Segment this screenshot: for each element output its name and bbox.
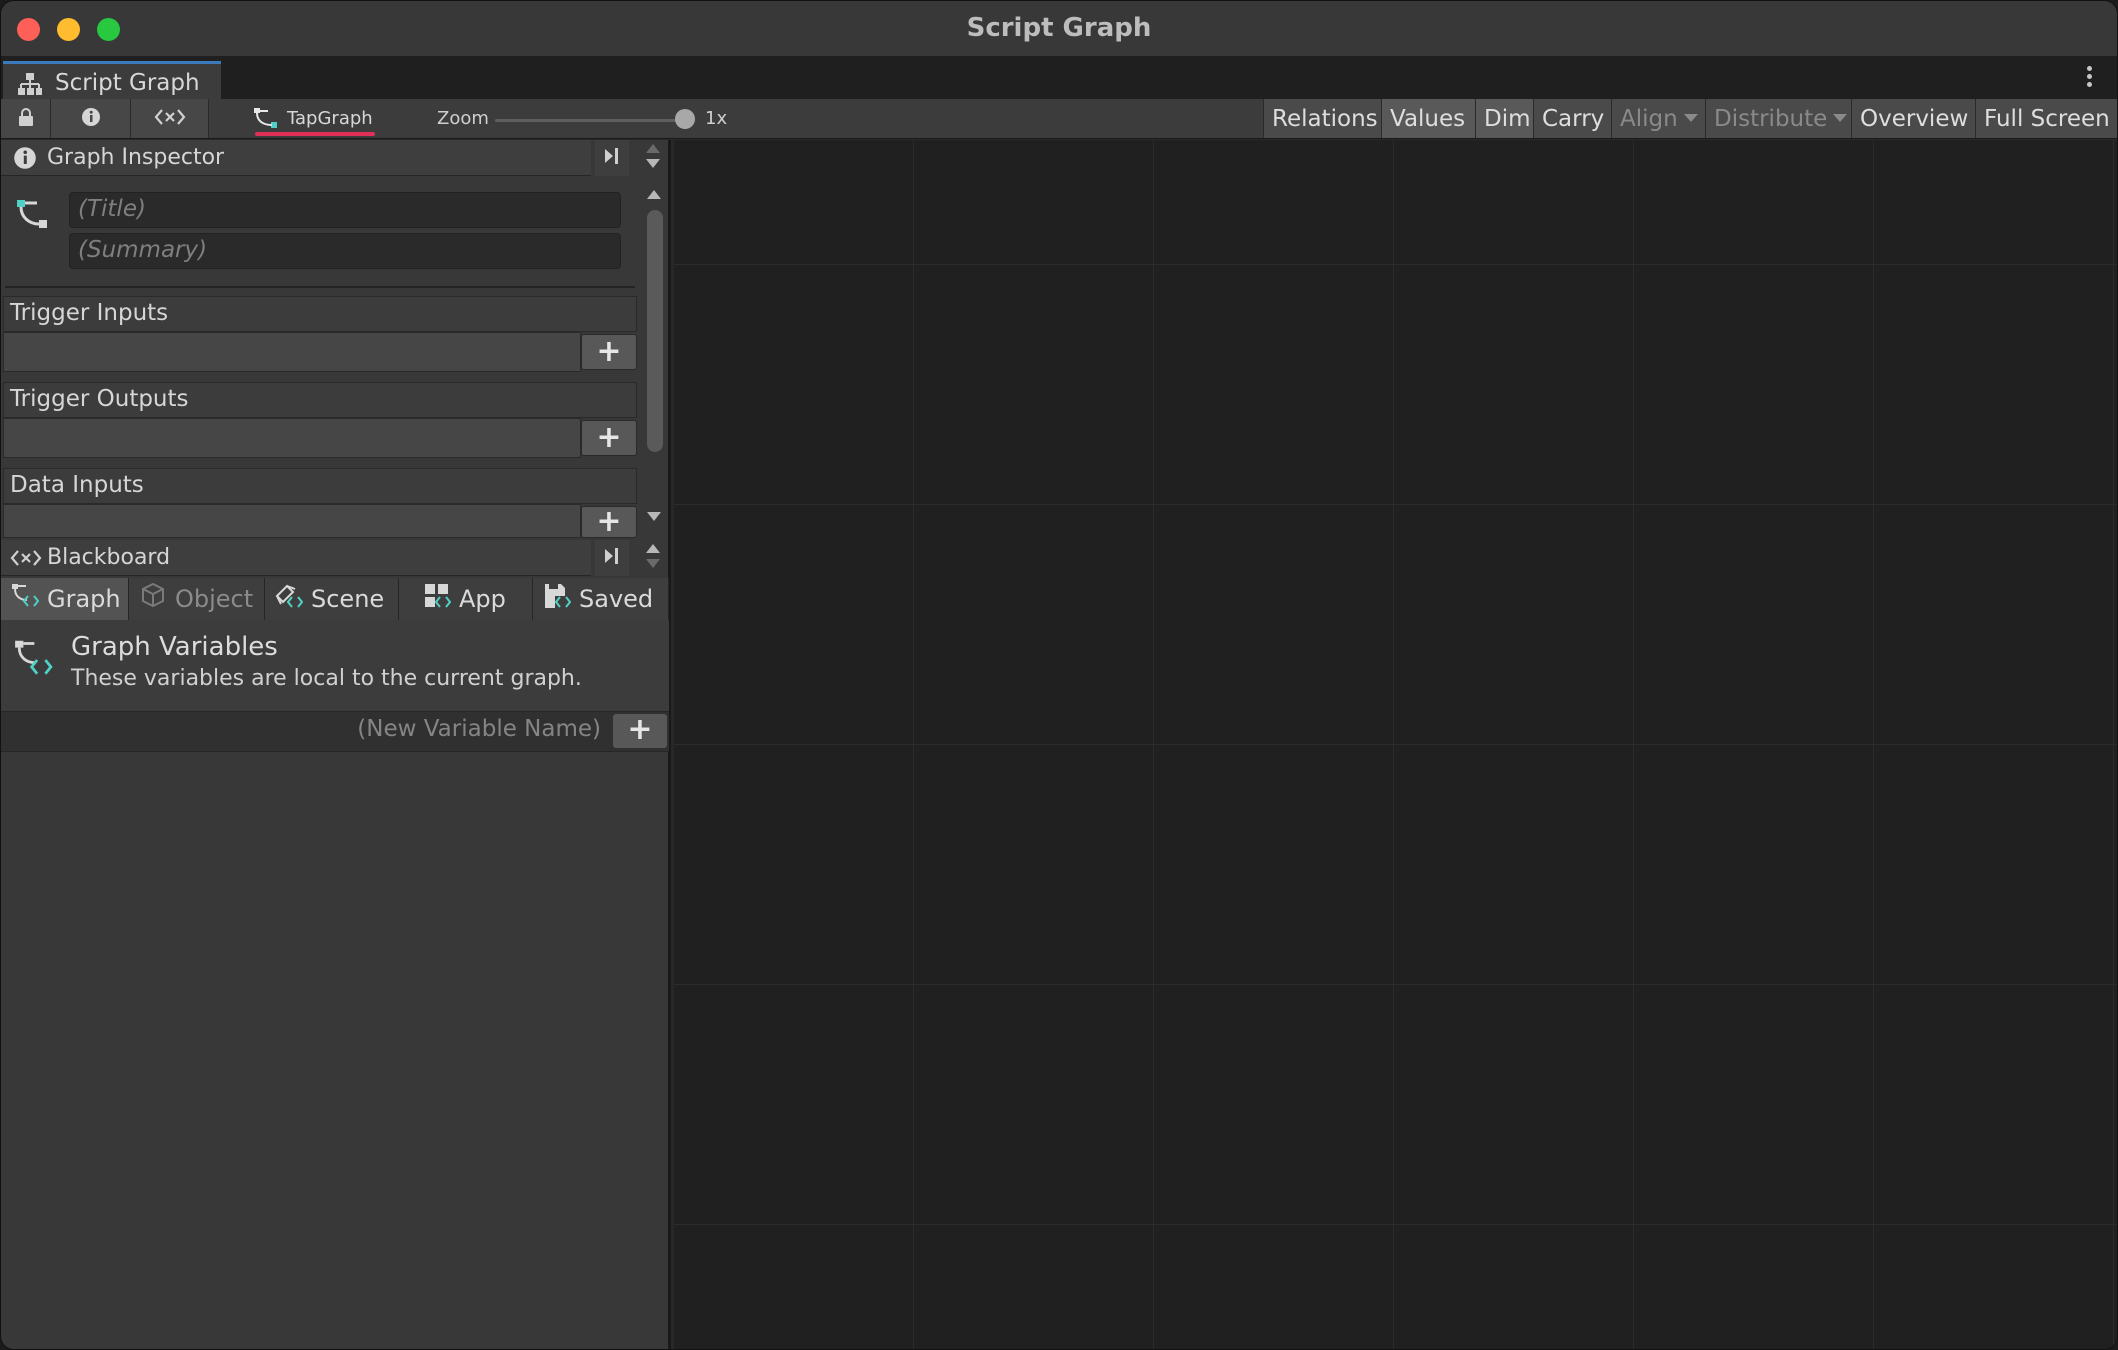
hierarchy-icon — [17, 72, 43, 100]
zoom-slider-track[interactable] — [495, 119, 685, 122]
distribute-dropdown[interactable]: Distribute — [1705, 99, 1851, 138]
graph-variables-header: Graph Variables These variables are loca… — [1, 620, 669, 712]
zoom-value: 1x — [705, 108, 728, 129]
add-trigger-input-button[interactable]: + — [581, 334, 637, 370]
graph-name: TapGraph — [287, 108, 373, 129]
zoom-label: Zoom — [437, 108, 489, 129]
trigger-outputs-list — [3, 418, 581, 458]
collapse-panel-icon — [602, 146, 622, 170]
chevron-down-icon — [1833, 114, 1848, 122]
graph-summary-field[interactable]: (Summary) — [69, 233, 621, 269]
title-bar: Script Graph — [1, 1, 2117, 57]
scene-variables-icon — [275, 582, 304, 616]
app-variables-icon — [423, 582, 452, 616]
tab-graph-label: Graph — [47, 585, 121, 613]
tab-object-label: Object — [175, 585, 254, 613]
inspector-mini-scroll[interactable] — [635, 140, 671, 176]
trigger-inputs-header: Trigger Inputs — [3, 296, 637, 332]
tab-graph-variables[interactable]: Graph — [1, 578, 129, 620]
inspector-scrollbar[interactable] — [641, 190, 667, 521]
data-inputs-list — [3, 504, 581, 538]
graph-variables-icon — [13, 638, 53, 686]
tab-scene-variables[interactable]: Scene — [265, 578, 399, 620]
editor-tab-script-graph[interactable]: Script Graph — [3, 61, 221, 99]
graph-title-field[interactable]: (Title) — [69, 192, 621, 228]
tab-app-variables[interactable]: App — [399, 578, 533, 620]
graph-variables-icon — [11, 582, 40, 616]
chevron-down-icon — [1683, 114, 1698, 122]
zoom-slider-handle[interactable] — [675, 109, 695, 129]
info-icon — [81, 107, 101, 131]
tab-saved-label: Saved — [579, 585, 654, 613]
editor-tab-label: Script Graph — [55, 70, 200, 96]
graph-inspector-title: Graph Inspector — [47, 145, 225, 170]
lock-button[interactable] — [1, 99, 51, 138]
graph-toolbar: TapGraph Zoom 1x Relations Values Dim Ca… — [1, 99, 2117, 139]
graph-icon — [15, 196, 49, 234]
graph-variables-title: Graph Variables — [71, 632, 278, 662]
tab-scene-label: Scene — [311, 585, 385, 613]
relations-toggle[interactable]: Relations — [1263, 99, 1381, 138]
distribute-label: Distribute — [1714, 106, 1828, 132]
object-variables-icon — [139, 582, 167, 616]
add-data-input-button[interactable]: + — [581, 506, 637, 538]
values-toggle[interactable]: Values — [1381, 99, 1475, 138]
info-icon — [13, 146, 37, 174]
editor-tab-strip: Script Graph — [1, 57, 2117, 99]
data-inputs-header: Data Inputs — [3, 468, 637, 504]
align-label: Align — [1620, 106, 1678, 132]
overview-button[interactable]: Overview — [1851, 99, 1975, 138]
active-graph-underline — [255, 132, 375, 136]
add-variable-button[interactable]: + — [613, 714, 667, 748]
full-screen-button[interactable]: Full Screen — [1975, 99, 2117, 138]
add-trigger-output-button[interactable]: + — [581, 420, 637, 456]
inspector-divider — [5, 286, 635, 288]
graph-variables-description: These variables are local to the current… — [71, 666, 582, 691]
trigger-inputs-list — [3, 332, 581, 372]
graph-canvas[interactable] — [674, 140, 2117, 1349]
dim-toggle[interactable]: Dim — [1475, 99, 1533, 138]
graph-icon — [253, 107, 279, 133]
lock-icon — [18, 107, 34, 130]
blackboard-title: Blackboard — [47, 545, 171, 570]
tab-app-label: App — [459, 585, 506, 613]
blackboard-tabs: Graph Object Scene App Saved — [1, 578, 669, 620]
left-panel: Graph Inspector (Title) (Summary) Trigge… — [1, 140, 671, 1349]
variables-icon — [154, 107, 186, 131]
carry-toggle[interactable]: Carry — [1533, 99, 1611, 138]
blackboard-header: Blackboard — [1, 540, 591, 576]
tab-object-variables[interactable]: Object — [129, 578, 265, 620]
inspector-scrollbar-thumb[interactable] — [647, 210, 663, 452]
collapse-panel-icon — [602, 546, 622, 570]
graph-inspector-header: Graph Inspector — [1, 140, 591, 176]
blackboard-toggle-button[interactable] — [131, 99, 209, 138]
saved-variables-icon — [543, 582, 572, 616]
new-variable-row: (New Variable Name) + — [1, 712, 669, 752]
inspector-toggle-button[interactable] — [51, 99, 131, 138]
blackboard-mini-scroll[interactable] — [635, 540, 671, 576]
blackboard-collapse-button[interactable] — [595, 540, 629, 576]
script-graph-window: Script Graph Script Graph TapGraph Zoom … — [0, 0, 2118, 1350]
new-variable-name-input[interactable]: (New Variable Name) — [1, 714, 609, 748]
graph-breadcrumb-tapgraph[interactable]: TapGraph — [249, 99, 379, 139]
align-dropdown[interactable]: Align — [1611, 99, 1705, 138]
trigger-outputs-header: Trigger Outputs — [3, 382, 637, 418]
more-options-icon[interactable] — [2087, 63, 2095, 90]
variables-icon — [9, 548, 43, 572]
tab-saved-variables[interactable]: Saved — [533, 578, 669, 620]
window-title: Script Graph — [966, 13, 1152, 43]
inspector-collapse-button[interactable] — [595, 140, 629, 176]
